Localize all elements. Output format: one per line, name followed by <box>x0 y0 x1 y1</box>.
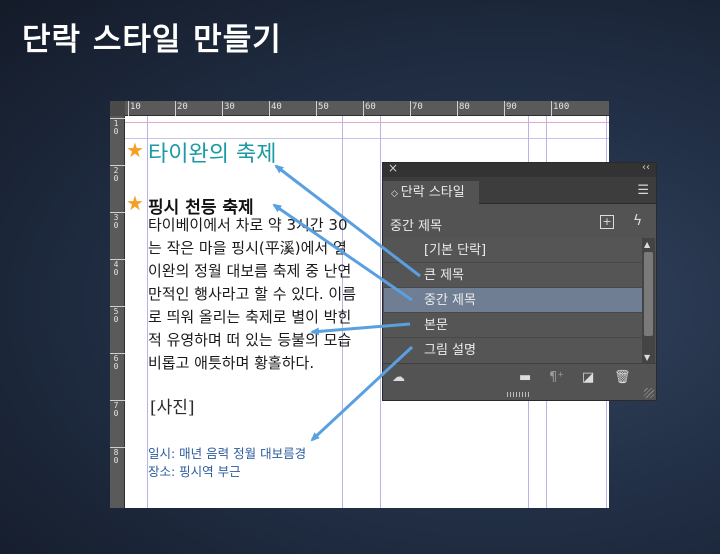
panel-footer: ☁ ▬ ¶⁺ ◪ 🗑 <box>383 363 656 391</box>
ruler-label: 5 0 <box>113 307 119 324</box>
ruler-label: 4 0 <box>113 260 119 277</box>
tab-label: 단락 스타일 <box>400 185 465 200</box>
panel-menu-icon[interactable]: ☰ <box>637 184 649 197</box>
style-item-caption[interactable]: 그림 설명 <box>384 338 642 363</box>
ruler-label: 2 0 <box>113 166 119 183</box>
body-text-line[interactable]: 는 작은 마을 핑시(平溪)에서 열 <box>148 237 347 258</box>
ruler-tick <box>222 101 223 116</box>
horizontal-ruler[interactable]: 10 20 30 40 50 60 70 80 90 100 <box>110 101 609 116</box>
ruler-tick <box>410 101 411 116</box>
scroll-down-icon[interactable]: ▼ <box>644 353 650 362</box>
ruler-tick <box>316 101 317 116</box>
ruler-label: 10 <box>130 102 141 112</box>
scroll-up-icon[interactable]: ▲ <box>644 240 650 249</box>
cloud-library-icon[interactable]: ☁ <box>392 370 405 385</box>
caption-line[interactable]: 장소: 핑시역 부근 <box>148 461 241 480</box>
body-text-line[interactable]: 비롭고 애틋하며 황홀하다. <box>148 352 314 373</box>
body-text-line[interactable]: 적 유영하며 떠 있는 등불의 모습 <box>148 329 351 350</box>
tab-paragraph-styles[interactable]: ◇ 단락 스타일 <box>383 181 479 204</box>
heading-large-title[interactable]: 타이완의 축제 <box>148 136 276 168</box>
resize-handle[interactable] <box>644 388 654 398</box>
ruler-tick <box>128 101 129 116</box>
ruler-label: 70 <box>412 102 423 112</box>
photo-placeholder[interactable]: [사진] <box>150 393 195 418</box>
star-icon: ★ <box>126 191 144 215</box>
folder-icon[interactable]: ▬ <box>519 370 531 385</box>
column-guide <box>380 116 381 508</box>
panel-tab-row: ◇ 단락 스타일 ☰ <box>383 177 656 204</box>
slide-title: 단락 스타일 만들기 <box>22 22 282 58</box>
body-text-line[interactable]: 이완의 정월 대보름 축제 중 난연 <box>148 260 351 281</box>
new-style-icon[interactable]: ◪ <box>582 370 594 385</box>
margin-guide-top <box>125 122 609 123</box>
ruler-tick <box>175 101 176 116</box>
ruler-label: 30 <box>224 102 235 112</box>
caption-line[interactable]: 일시: 매년 음력 정월 대보름경 <box>148 443 306 462</box>
style-list-scrollbar[interactable]: ▲ ▼ <box>642 238 655 363</box>
body-text-line[interactable]: 타이베이에서 차로 약 3시간 30 <box>148 214 348 235</box>
ruler-label: 7 0 <box>113 401 119 418</box>
scroll-thumb[interactable] <box>644 252 653 336</box>
paragraph-styles-panel: × ‹‹ ◇ 단락 스타일 ☰ 중간 제목 + ϟ [기본 단락] 큰 제목 중… <box>382 161 657 401</box>
ruler-label: 1 0 <box>113 119 119 136</box>
ruler-label: 80 <box>459 102 470 112</box>
panel-grip[interactable] <box>507 392 531 397</box>
collapse-icon[interactable]: ‹‹ <box>642 162 650 173</box>
body-text-line[interactable]: 만적인 행사라고 할 수 있다. 이름 <box>148 283 356 304</box>
ruler-label: 90 <box>506 102 517 112</box>
ruler-label: 20 <box>177 102 188 112</box>
style-item-basic-paragraph[interactable]: [기본 단락] <box>384 238 642 263</box>
ruler-label: 60 <box>365 102 376 112</box>
panel-title-strip[interactable]: × ‹‹ <box>383 161 656 177</box>
tab-arrows-icon: ◇ <box>391 189 401 199</box>
ruler-origin[interactable] <box>110 101 125 116</box>
ruler-label: 3 0 <box>113 213 119 230</box>
ruler-tick <box>457 101 458 116</box>
ruler-tick <box>269 101 270 116</box>
vertical-ruler[interactable]: 1 0 2 0 3 0 4 0 5 0 6 0 7 0 8 0 <box>110 101 125 508</box>
clear-overrides-icon[interactable]: ¶⁺ <box>549 370 564 385</box>
ruler-label: 6 0 <box>113 354 119 371</box>
trash-icon[interactable]: 🗑 <box>614 370 631 385</box>
ruler-tick <box>363 101 364 116</box>
ruler-label: 50 <box>318 102 329 112</box>
current-style-label: 중간 제목 <box>390 219 442 234</box>
ruler-label: 40 <box>271 102 282 112</box>
close-icon[interactable]: × <box>388 161 398 175</box>
lightning-icon[interactable]: ϟ <box>633 213 642 229</box>
body-text-line[interactable]: 로 띄워 올리는 축제로 별이 박힌 <box>148 306 351 327</box>
ruler-label: 8 0 <box>113 448 119 465</box>
ruler-tick <box>551 101 552 116</box>
style-item-large-title[interactable]: 큰 제목 <box>384 263 642 288</box>
style-list: [기본 단락] 큰 제목 중간 제목 본문 그림 설명 <box>384 238 642 363</box>
star-icon: ★ <box>126 138 144 162</box>
add-style-icon[interactable]: + <box>600 215 614 229</box>
ruler-label: 100 <box>553 102 570 112</box>
style-item-medium-title[interactable]: 중간 제목 <box>384 288 642 313</box>
style-item-body[interactable]: 본문 <box>384 313 642 338</box>
ruler-tick <box>504 101 505 116</box>
